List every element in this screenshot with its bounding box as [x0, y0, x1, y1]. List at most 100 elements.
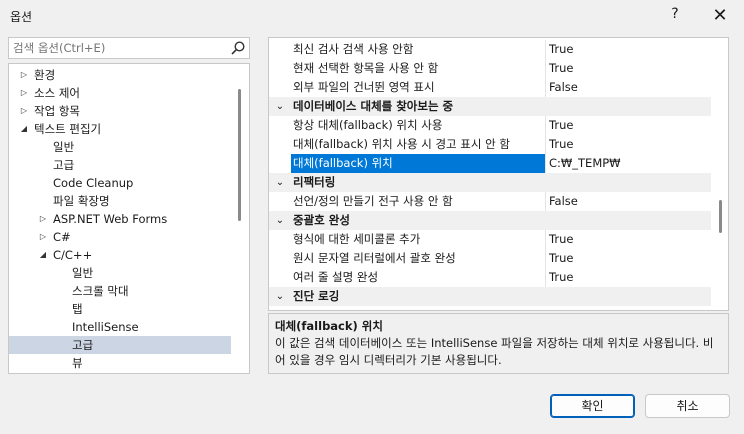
property-row[interactable]: 형식에 대한 세미콜론 추가 True [269, 230, 711, 249]
column-divider [545, 40, 546, 59]
tree-item[interactable]: 탭 [9, 300, 231, 318]
property-value[interactable]: False [549, 192, 709, 211]
tree-item[interactable]: IntelliSense [9, 318, 231, 336]
column-divider [545, 59, 546, 78]
collapsed-arrow-icon[interactable]: ▷ [38, 228, 48, 246]
tree-item[interactable]: ▷ 소스 제어 [9, 84, 231, 102]
window-title: 옵션 [10, 10, 33, 24]
tree-item-label: C# [53, 230, 71, 244]
tree-item[interactable]: 일반 [9, 264, 231, 282]
tree-item-label: Code Cleanup [53, 176, 134, 190]
column-divider [545, 249, 546, 268]
column-divider [545, 154, 546, 173]
title-bar: 옵션 ? ✕ [0, 0, 744, 32]
property-row[interactable]: 대체(fallback) 위치 C:₩_TEMP₩ [269, 154, 711, 173]
property-row[interactable]: 현재 선택한 항목을 사용 안 함 True [269, 59, 711, 78]
tree-item[interactable]: ▷ C# [9, 228, 231, 246]
property-row[interactable]: 원시 문자열 리터럴에서 괄호 완성 True [269, 249, 711, 268]
category-label: 리팩터링 [293, 175, 336, 189]
collapsed-arrow-icon[interactable]: ▷ [19, 102, 29, 120]
chevron-down-icon[interactable]: ⌄ [274, 97, 286, 116]
tree-item[interactable]: 스크롤 막대 [9, 282, 231, 300]
column-divider [545, 268, 546, 287]
description-text: 이 값은 검색 데이터베이스 또는 IntelliSense 파일을 저장하는 … [275, 336, 714, 367]
expanded-arrow-icon[interactable]: ◢ [19, 120, 29, 138]
property-value[interactable]: C:₩_TEMP₩ [549, 154, 709, 173]
chevron-down-icon[interactable]: ⌄ [274, 287, 286, 306]
column-divider [545, 78, 546, 97]
expanded-arrow-icon[interactable]: ◢ [38, 246, 48, 264]
category-row[interactable]: ⌄ 데이터베이스 대체를 찾아보는 중 [269, 97, 711, 116]
cancel-button[interactable]: 취소 [645, 394, 730, 418]
property-name: 형식에 대한 세미콜론 추가 [293, 232, 421, 246]
chevron-down-icon[interactable]: ⌄ [274, 173, 286, 192]
chevron-down-icon[interactable]: ⌄ [274, 211, 286, 230]
tree-item-label: 작업 항목 [34, 104, 80, 118]
tree-item[interactable]: Code Cleanup [9, 174, 231, 192]
search-input[interactable] [9, 38, 227, 58]
tree-item[interactable]: 고급 [9, 336, 231, 354]
tree-item-label: C/C++ [53, 248, 93, 262]
tree-item[interactable]: ◢ C/C++ [9, 246, 231, 264]
category-row[interactable]: ⌄ 진단 로깅 [269, 287, 711, 306]
property-value[interactable]: False [549, 78, 709, 97]
category-label: 데이터베이스 대체를 찾아보는 중 [293, 99, 454, 113]
collapsed-arrow-icon[interactable]: ▷ [19, 66, 29, 84]
ok-button[interactable]: 확인 [550, 394, 635, 418]
column-divider [545, 192, 546, 211]
property-name: 선언/정의 만들기 전구 사용 안 함 [293, 194, 453, 208]
property-name: 현재 선택한 항목을 사용 안 함 [293, 61, 439, 75]
property-row[interactable]: 항상 대체(fallback) 위치 사용 True [269, 116, 711, 135]
collapsed-arrow-icon[interactable]: ▷ [19, 84, 29, 102]
category-label: 중괄호 완성 [293, 213, 350, 227]
tree-scrollbar[interactable] [238, 89, 241, 221]
property-name: 여러 줄 설명 완성 [293, 270, 379, 284]
property-value[interactable]: True [549, 116, 709, 135]
tree-item-label: 소스 제어 [34, 86, 80, 100]
tree-item[interactable]: ▷ 환경 [9, 66, 231, 84]
grid-scrollbar[interactable] [719, 200, 722, 233]
close-button[interactable]: ✕ [706, 5, 734, 27]
property-name: 외부 파일의 건너뛴 영역 표시 [293, 80, 435, 94]
property-value[interactable]: True [549, 135, 709, 154]
category-row[interactable]: ⌄ 리팩터링 [269, 173, 711, 192]
property-name: 대체(fallback) 위치 [291, 154, 545, 173]
tree-item-label: IntelliSense [72, 320, 139, 334]
property-grid[interactable]: 최신 검사 검색 사용 안함 True 현재 선택한 항목을 사용 안 함 True 외… [268, 37, 729, 311]
tree-item-label: 탭 [72, 302, 83, 316]
tree-item-label: 파일 확장명 [53, 194, 110, 208]
column-divider [545, 135, 546, 154]
tree-item[interactable]: 뷰 [9, 354, 231, 372]
help-button[interactable]: ? [664, 6, 686, 26]
property-row[interactable]: 선언/정의 만들기 전구 사용 안 함 False [269, 192, 711, 211]
category-row[interactable]: ⌄ 중괄호 완성 [269, 211, 711, 230]
property-name: 대체(fallback) 위치 사용 시 경고 표시 안 함 [293, 137, 510, 151]
property-value[interactable]: True [549, 230, 709, 249]
search-box [8, 37, 250, 59]
tree-item-label: 텍스트 편집기 [34, 122, 102, 136]
property-row[interactable]: 최신 검사 검색 사용 안함 True [269, 40, 711, 59]
description-title: 대체(fallback) 위치 [275, 319, 383, 333]
property-name: 최신 검사 검색 사용 안함 [293, 42, 414, 56]
tree-item[interactable]: 일반 [9, 138, 231, 156]
tree-item[interactable]: 파일 확장명 [9, 192, 231, 210]
tree-item[interactable]: ▷ ASP.NET Web Forms [9, 210, 231, 228]
property-row[interactable]: 외부 파일의 건너뛴 영역 표시 False [269, 78, 711, 97]
column-divider [545, 230, 546, 249]
property-value[interactable]: True [549, 59, 709, 78]
tree-item[interactable]: ▷ 작업 항목 [9, 102, 231, 120]
property-value[interactable]: True [549, 249, 709, 268]
search-icon[interactable] [230, 40, 246, 56]
description-panel: 대체(fallback) 위치 이 값은 검색 데이터베이스 또는 Intell… [268, 313, 729, 374]
property-row[interactable]: 여러 줄 설명 완성 True [269, 268, 711, 287]
options-tree[interactable]: ▷ 환경 ▷ 소스 제어 ▷ 작업 항목 ◢ 텍스트 편집기 일반 고급 Code Cleanup 파… [8, 63, 250, 374]
tree-item-label: 고급 [72, 338, 94, 352]
property-row[interactable]: 대체(fallback) 위치 사용 시 경고 표시 안 함 True [269, 135, 711, 154]
tree-item[interactable]: ◢ 텍스트 편집기 [9, 120, 231, 138]
property-value[interactable]: True [549, 40, 709, 59]
collapsed-arrow-icon[interactable]: ▷ [38, 210, 48, 228]
tree-item[interactable]: 고급 [9, 156, 231, 174]
category-label: 진단 로깅 [293, 289, 340, 303]
tree-item-label: 뷰 [72, 356, 83, 370]
property-value[interactable]: True [549, 268, 709, 287]
